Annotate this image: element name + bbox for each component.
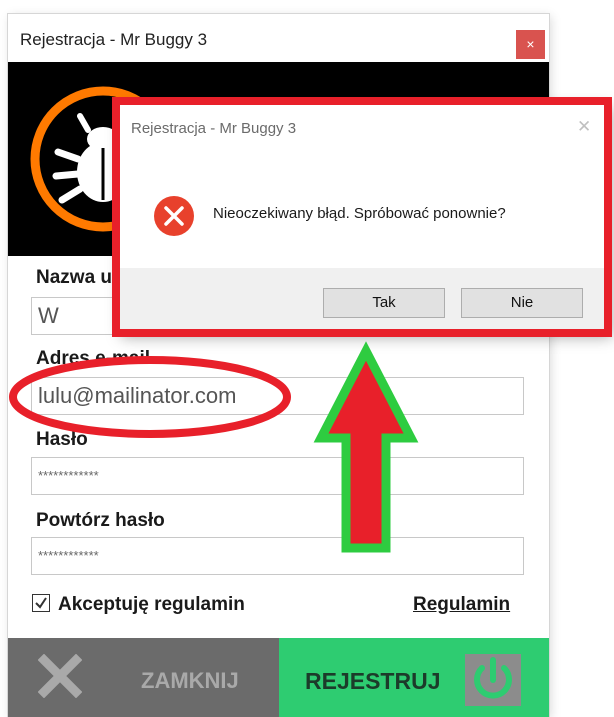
yes-button[interactable]: Tak — [323, 288, 445, 318]
close-app-button[interactable]: ZAMKNIJ — [8, 638, 279, 717]
register-label: REJESTRUJ — [305, 668, 441, 694]
close-x-icon — [38, 654, 82, 698]
dialog-message: Nieoczekiwany błąd. Spróbować ponownie? — [213, 205, 506, 222]
error-dialog: Rejestracja - Mr Buggy 3 ✕ Nieoczekiwany… — [118, 103, 609, 333]
error-icon — [154, 196, 194, 236]
dialog-button-bar: Tak Nie — [119, 268, 608, 332]
dialog-close-button[interactable]: ✕ — [577, 117, 591, 137]
email-label: Adres e-mail — [36, 348, 151, 369]
regulamin-link[interactable]: Regulamin — [413, 594, 510, 616]
title-bar: Rejestracja - Mr Buggy 3 × — [8, 14, 549, 62]
username-label: Nazwa u — [36, 267, 113, 288]
check-icon — [35, 597, 47, 609]
dialog-title: Rejestracja - Mr Buggy 3 — [131, 120, 297, 137]
email-input[interactable]: lulu@mailinator.com — [31, 377, 524, 415]
password-input[interactable]: ************ — [31, 457, 524, 495]
accept-terms-row[interactable]: Akceptuję regulamin — [32, 594, 245, 616]
password-label: Hasło — [36, 429, 88, 450]
window-close-button[interactable]: × — [516, 30, 545, 59]
register-button[interactable]: REJESTRUJ — [279, 638, 549, 717]
repeat-password-input[interactable]: ************ — [31, 537, 524, 575]
no-button[interactable]: Nie — [461, 288, 583, 318]
repeat-password-label: Powtórz hasło — [36, 510, 165, 531]
window-title: Rejestracja - Mr Buggy 3 — [20, 30, 208, 49]
close-app-label: ZAMKNIJ — [141, 668, 239, 693]
accept-terms-label: Akceptuję regulamin — [58, 594, 245, 615]
power-icon — [465, 654, 521, 706]
accept-terms-checkbox[interactable] — [32, 594, 50, 612]
